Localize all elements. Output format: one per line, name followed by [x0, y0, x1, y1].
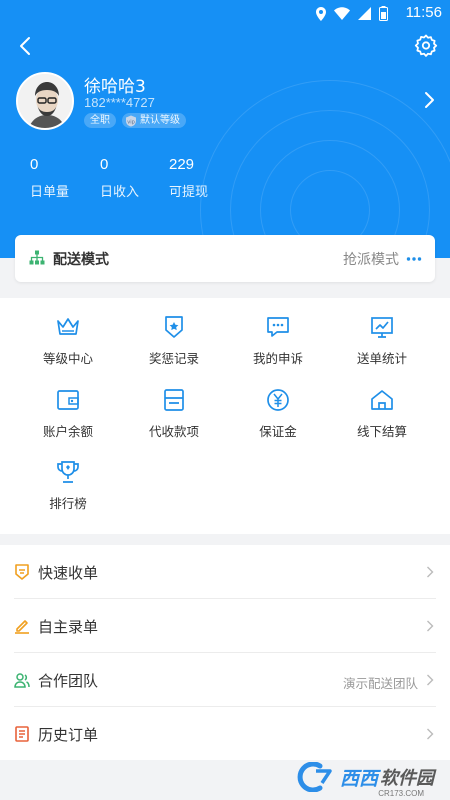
chevron-right-icon	[427, 674, 434, 686]
chevron-right-icon	[427, 728, 434, 740]
watermark-logo-icon	[297, 762, 332, 792]
avatar[interactable]	[16, 72, 74, 130]
menu-list: 快速收单 自主录单 合作团队 演示配送团队 历史订单	[0, 545, 450, 760]
message-icon	[267, 317, 289, 337]
grid-item-label: 我的申诉	[252, 351, 303, 366]
crown-icon	[57, 318, 79, 335]
grid-item-offline-settlement[interactable]: 线下结算	[326, 387, 438, 447]
profile-header	[0, 0, 450, 258]
delivery-mode-title: 配送模式	[53, 252, 109, 268]
watermark-brand-suffix: 软件园	[380, 768, 434, 789]
delivery-mode-card[interactable]: 配送模式 抢派模式	[15, 235, 435, 282]
menu-item-value: 演示配送团队	[342, 676, 418, 691]
location-icon	[316, 6, 326, 21]
grid-item-label: 账户余额	[42, 424, 93, 439]
menu-item-quick-order[interactable]: 快速收单	[0, 545, 450, 599]
menu-item-order-history[interactable]: 历史订单	[0, 707, 450, 761]
battery-icon	[379, 6, 388, 21]
grid-item-label: 奖惩记录	[148, 351, 199, 366]
grid-item-level-center[interactable]: 等级中心	[12, 314, 124, 374]
chevron-right-icon	[427, 566, 434, 578]
menu-item-manual-order[interactable]: 自主录单	[0, 599, 450, 653]
grid-item-label: 保证金	[259, 424, 297, 439]
status-time: 11:56	[405, 4, 442, 21]
stat-label: 日单量	[30, 185, 70, 200]
stat-value: 229	[169, 156, 195, 173]
grid-item-label: 等级中心	[42, 351, 93, 366]
menu-item-label: 合作团队	[38, 672, 99, 690]
more-dots-icon[interactable]	[406, 256, 422, 262]
edit-icon	[15, 620, 29, 634]
user-phone: 182****4727	[84, 95, 155, 110]
grid-item-label: 排行榜	[49, 496, 87, 511]
settings-gear-icon[interactable]	[414, 33, 438, 57]
grid-item-deposit[interactable]: 保证金	[222, 387, 334, 447]
wallet-icon	[57, 390, 79, 410]
stat-value: 0	[30, 156, 39, 173]
card-icon	[164, 389, 184, 411]
stat-label: 日收入	[100, 185, 140, 200]
menu-item-label: 历史订单	[38, 726, 99, 744]
menu-item-label: 快速收单	[38, 564, 99, 582]
team-icon	[14, 673, 30, 688]
function-grid: 等级中心 奖惩记录 我的申诉 送单统计 账户余额 代收款项 保证金 线下结算 排…	[0, 298, 450, 534]
level-tag-label: 默认等级	[140, 115, 180, 126]
chevron-right-icon	[427, 620, 434, 632]
back-arrow-icon[interactable]	[14, 34, 38, 58]
status-bar: 11:56	[0, 0, 450, 26]
user-name: 徐哈哈3	[84, 77, 146, 97]
signal-icon	[358, 7, 371, 20]
home-icon	[371, 390, 393, 410]
stat-label: 可提现	[169, 185, 209, 200]
grid-item-label: 线下结算	[356, 424, 407, 439]
network-icon	[29, 250, 45, 265]
grid-item-collections[interactable]: 代收款项	[118, 387, 230, 447]
grid-item-appeals[interactable]: 我的申诉	[222, 314, 334, 374]
menu-item-label: 自主录单	[38, 618, 99, 636]
grid-item-rewards[interactable]: 奖惩记录	[118, 314, 230, 374]
level-shield-icon: vip	[126, 115, 136, 126]
grid-item-delivery-stats[interactable]: 送单统计	[326, 314, 438, 374]
delivery-mode-value: 抢派模式	[343, 252, 399, 268]
watermark: 西西 软件园 CR173.COM	[296, 762, 434, 798]
wifi-icon	[334, 7, 350, 20]
profile-chevron-right-icon[interactable]	[422, 90, 436, 110]
level-tag: vip 默认等级	[122, 113, 186, 128]
stat-daily-orders[interactable]: 0 日单量	[30, 156, 69, 200]
history-icon	[15, 726, 29, 742]
grid-item-account-balance[interactable]: 账户余额	[12, 387, 124, 447]
svg-text:vip: vip	[127, 119, 135, 125]
badge-icon	[165, 316, 183, 338]
quick-order-icon	[15, 564, 29, 580]
grid-item-leaderboard[interactable]: 排行榜	[12, 459, 124, 519]
stat-daily-income[interactable]: 0 日收入	[100, 156, 139, 200]
role-tag: 全职	[84, 113, 116, 128]
grid-item-label: 代收款项	[148, 424, 199, 439]
header-decoration	[200, 80, 450, 258]
trophy-icon	[57, 461, 79, 483]
grid-item-label: 送单统计	[356, 351, 407, 366]
watermark-site: CR173.COM	[378, 789, 424, 798]
stat-withdrawable[interactable]: 229 可提现	[169, 156, 208, 200]
watermark-brand: 西西	[339, 767, 378, 790]
chart-icon	[371, 317, 393, 338]
stat-value: 0	[100, 156, 109, 173]
yuan-icon	[267, 389, 289, 411]
menu-item-partner-team[interactable]: 合作团队 演示配送团队	[0, 653, 450, 707]
